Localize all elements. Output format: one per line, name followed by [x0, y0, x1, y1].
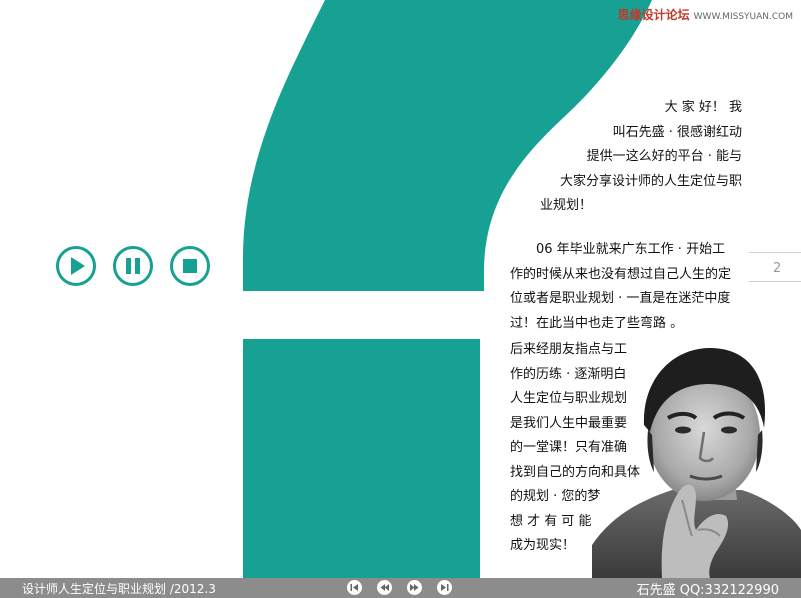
- intro-line: 业规划！: [539, 198, 592, 213]
- footer-title: 设计师人生定位与职业规划 /2012.3: [22, 582, 216, 596]
- reflection-line: 的一堂课！只有准确: [510, 440, 628, 455]
- presentation-page: 思缘设计论坛 WWW.MISSYUAN.COM 2 大 家 好！ 我 叫石先盛 ·…: [0, 0, 801, 598]
- first-page-icon: [350, 584, 358, 591]
- footer-bar: 设计师人生定位与职业规划 /2012.3 石先盛 QQ:332122990: [0, 578, 801, 598]
- reflection-paragraph: 后来经朋友指点与工 作的历练 · 逐渐明白 人生定位与职业规划 是我们人生中最重…: [510, 338, 655, 559]
- reflection-line: 作的历练 · 逐渐明白: [510, 366, 627, 382]
- page-number-divider-top: [749, 252, 801, 253]
- story-line: 过！在此当中也走了些弯路 。: [510, 315, 684, 331]
- intro-paragraph: 大 家 好！ 我 叫石先盛 · 很感谢红动 提供一这么好的平台 · 能与 大家分…: [510, 96, 742, 219]
- play-button[interactable]: [56, 246, 96, 286]
- intro-line: 提供一这么好的平台 · 能与: [586, 149, 742, 164]
- page-number: 2: [773, 261, 782, 276]
- site-watermark: 思缘设计论坛 WWW.MISSYUAN.COM: [618, 6, 793, 23]
- story-line: 作的时候从来也没有想过自己人生的定: [510, 266, 732, 282]
- previous-page-button[interactable]: [377, 580, 392, 595]
- reflection-line: 找到自己的方向和具体: [510, 464, 641, 480]
- reflection-line: 人生定位与职业规划: [510, 391, 628, 406]
- story-line: 06 年毕业就来广东工作 · 开始工: [536, 242, 726, 257]
- intro-line: 叫石先盛 · 很感谢红动: [612, 124, 742, 140]
- watermark-site-name: 思缘设计论坛: [617, 8, 690, 22]
- play-icon: [71, 257, 85, 275]
- reflection-line: 想 才 有 可 能: [510, 513, 592, 529]
- reflection-line: 成为现实！: [510, 538, 576, 553]
- last-page-button[interactable]: [437, 580, 452, 595]
- reflection-line: 后来经朋友指点与工: [510, 342, 628, 357]
- pause-button[interactable]: [113, 246, 153, 286]
- intro-line: 大 家 好！ 我: [664, 100, 742, 115]
- footer-author: 石先盛 QQ:332122990: [636, 583, 779, 598]
- reflection-line: 的规划 · 您的梦: [510, 489, 601, 504]
- story-line: 位或者是职业规划 · 一直是在迷茫中度: [510, 291, 731, 306]
- next-page-button[interactable]: [407, 580, 422, 595]
- stop-button[interactable]: [170, 246, 210, 286]
- pause-icon: [126, 258, 140, 274]
- reflection-line: 是我们人生中最重要: [510, 415, 628, 431]
- media-controls: [56, 246, 216, 290]
- last-page-icon: [441, 584, 449, 591]
- watermark-site-url: WWW.MISSYUAN.COM: [693, 12, 793, 22]
- stop-icon: [183, 259, 197, 273]
- previous-page-icon: [380, 584, 389, 591]
- question-mark-lower: [243, 339, 480, 578]
- intro-line: 大家分享设计师的人生定位与职: [559, 173, 742, 189]
- first-page-button[interactable]: [347, 580, 362, 595]
- next-page-icon: [410, 584, 419, 591]
- page-number-divider-bottom: [749, 281, 801, 282]
- story-paragraph: 06 年毕业就来广东工作 · 开始工 作的时候从来也没有想过自己人生的定 位或者…: [510, 238, 742, 336]
